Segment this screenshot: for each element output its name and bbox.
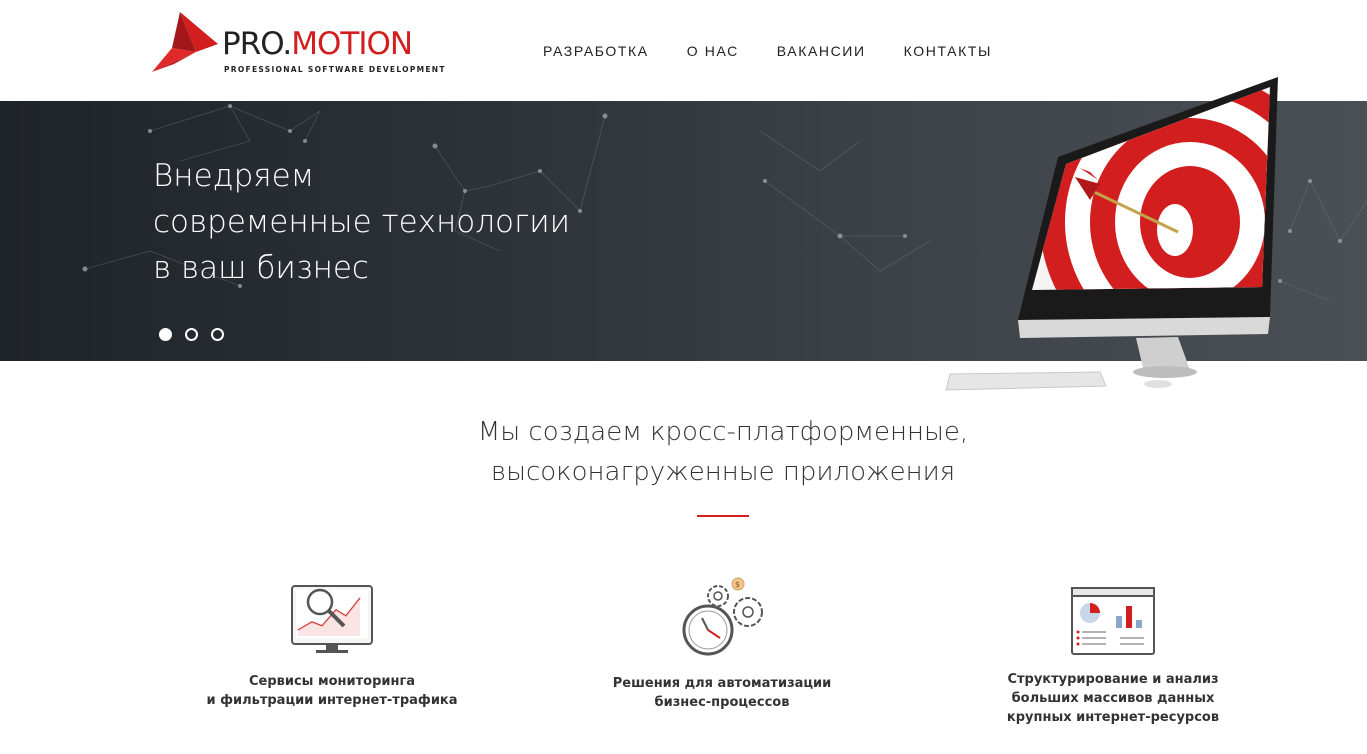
feature-label-line: и фильтрации интернет-трафика bbox=[206, 693, 458, 708]
logo-wordmark: PRO.MOTION bbox=[222, 26, 413, 62]
feature-label-line: больших массивов данных bbox=[1011, 691, 1215, 706]
hero-title-line: в ваш бизнес bbox=[153, 250, 369, 286]
divider bbox=[697, 515, 749, 517]
feature-bigdata[interactable]: Структурирование и анализ больших массив… bbox=[953, 586, 1273, 727]
tagline-line: высоконагруженные приложения bbox=[490, 457, 956, 487]
feature-label: Сервисы мониторинга и фильтрации интерне… bbox=[172, 672, 492, 710]
monitor-target-illustration bbox=[945, 77, 1278, 391]
nav-item-development[interactable]: РАЗРАБОТКА bbox=[543, 43, 649, 59]
slider-dots bbox=[159, 328, 237, 341]
logo-subtitle: PROFESSIONAL SOFTWARE DEVELOPMENT bbox=[224, 65, 446, 74]
feature-label-line: Структурирование и анализ bbox=[1007, 672, 1219, 687]
slider-dot-2[interactable] bbox=[185, 328, 198, 341]
feature-label-line: Сервисы мониторинга bbox=[248, 674, 416, 689]
tagline-line: Мы создаем кросс-платформенные, bbox=[477, 417, 969, 447]
slider-dot-1[interactable] bbox=[159, 328, 172, 341]
feature-label: Решения для автоматизации бизнес-процесс… bbox=[562, 674, 882, 712]
logo-motion-text: MOTION bbox=[291, 26, 413, 62]
gears-clock-icon: $ bbox=[682, 577, 763, 656]
feature-monitoring[interactable]: Сервисы мониторинга и фильтрации интерне… bbox=[172, 582, 492, 710]
feature-label-line: бизнес-процессов bbox=[654, 695, 790, 710]
logo[interactable]: PRO.MOTION PROFESSIONAL SOFTWARE DEVELOP… bbox=[152, 12, 452, 76]
svg-text:$: $ bbox=[735, 580, 740, 589]
nav-item-contacts[interactable]: КОНТАКТЫ bbox=[904, 43, 992, 59]
hero-title: Внедряем современные технологии в ваш би… bbox=[153, 153, 713, 291]
nav-item-vacancies[interactable]: ВАКАНСИИ bbox=[777, 43, 866, 59]
hero-title-line: современные технологии bbox=[153, 204, 571, 240]
feature-automation[interactable]: $ Решения для автоматизации бизнес-проце… bbox=[562, 576, 882, 712]
hero-title-line: Внедряем bbox=[153, 158, 315, 194]
feature-label-line: крупных интернет-ресурсов bbox=[1006, 710, 1220, 725]
nav-item-about[interactable]: О НАС bbox=[687, 43, 739, 59]
slider-dot-3[interactable] bbox=[211, 328, 224, 341]
monitor-magnifier-icon bbox=[291, 585, 373, 653]
main-nav: РАЗРАБОТКА О НАС ВАКАНСИИ КОНТАКТЫ bbox=[543, 43, 1030, 59]
feature-label: Структурирование и анализ больших массив… bbox=[953, 670, 1273, 727]
logo-pro-text: PRO. bbox=[222, 26, 292, 62]
dashboard-charts-icon bbox=[1071, 587, 1155, 655]
feature-label-line: Решения для автоматизации bbox=[612, 676, 832, 691]
logo-mark-icon bbox=[152, 12, 218, 72]
tagline: Мы создаем кросс-платформенные, высокона… bbox=[383, 412, 1063, 492]
